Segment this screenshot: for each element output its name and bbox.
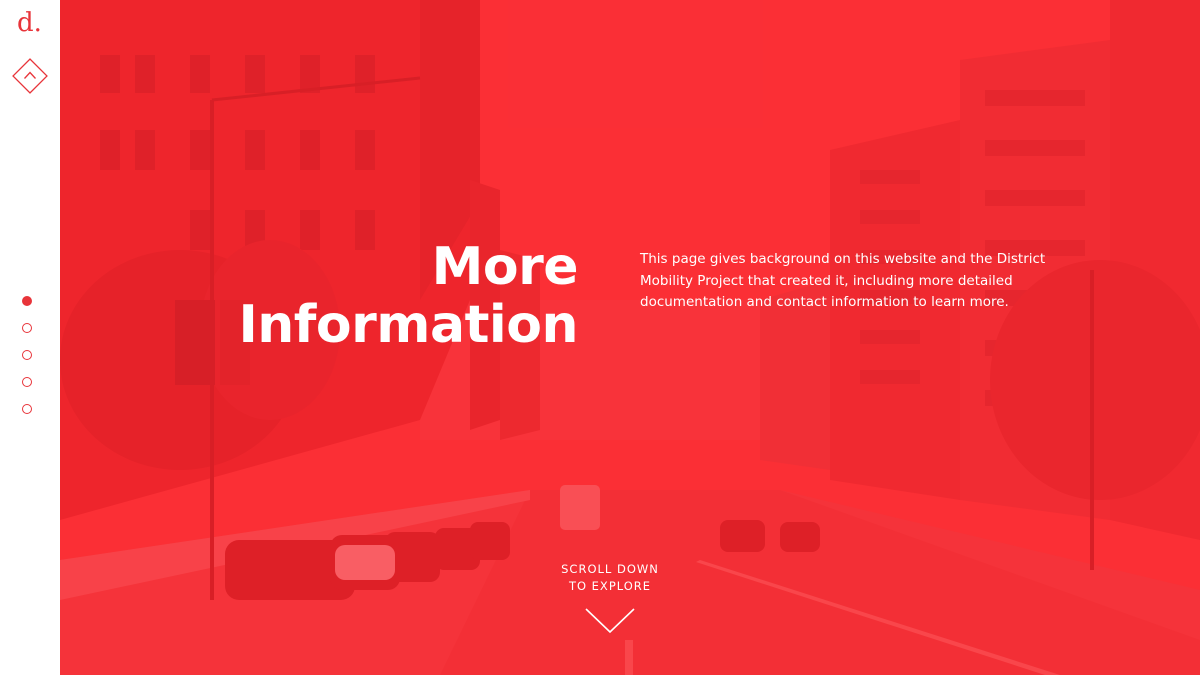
scroll-line-1: SCROLL DOWN	[561, 562, 659, 576]
diamond-chevron-up-icon	[12, 58, 48, 94]
scroll-down-prompt[interactable]: SCROLL DOWN TO EXPLORE	[550, 561, 670, 595]
back-to-top-button[interactable]	[12, 58, 48, 94]
site-logo[interactable]: d.	[17, 10, 42, 36]
hero-section: More Information This page gives backgro…	[60, 0, 1200, 675]
chevron-down-icon	[585, 608, 635, 634]
section-dot-4[interactable]	[22, 377, 32, 387]
title-line-1: More	[431, 237, 579, 297]
scroll-down-button[interactable]	[584, 606, 636, 636]
section-dot-5[interactable]	[22, 404, 32, 414]
section-dot-2[interactable]	[22, 323, 32, 333]
left-rail: d.	[0, 0, 60, 675]
page-title: More Information	[158, 238, 578, 354]
section-nav	[21, 296, 35, 431]
section-dot-3[interactable]	[22, 350, 32, 360]
section-dot-1[interactable]	[22, 296, 32, 306]
page: d. More Information This page gives back…	[0, 0, 1200, 675]
scroll-line-2: TO EXPLORE	[568, 579, 652, 593]
title-line-2: Information	[238, 295, 578, 355]
intro-paragraph: This page gives background on this websi…	[640, 251, 1046, 310]
